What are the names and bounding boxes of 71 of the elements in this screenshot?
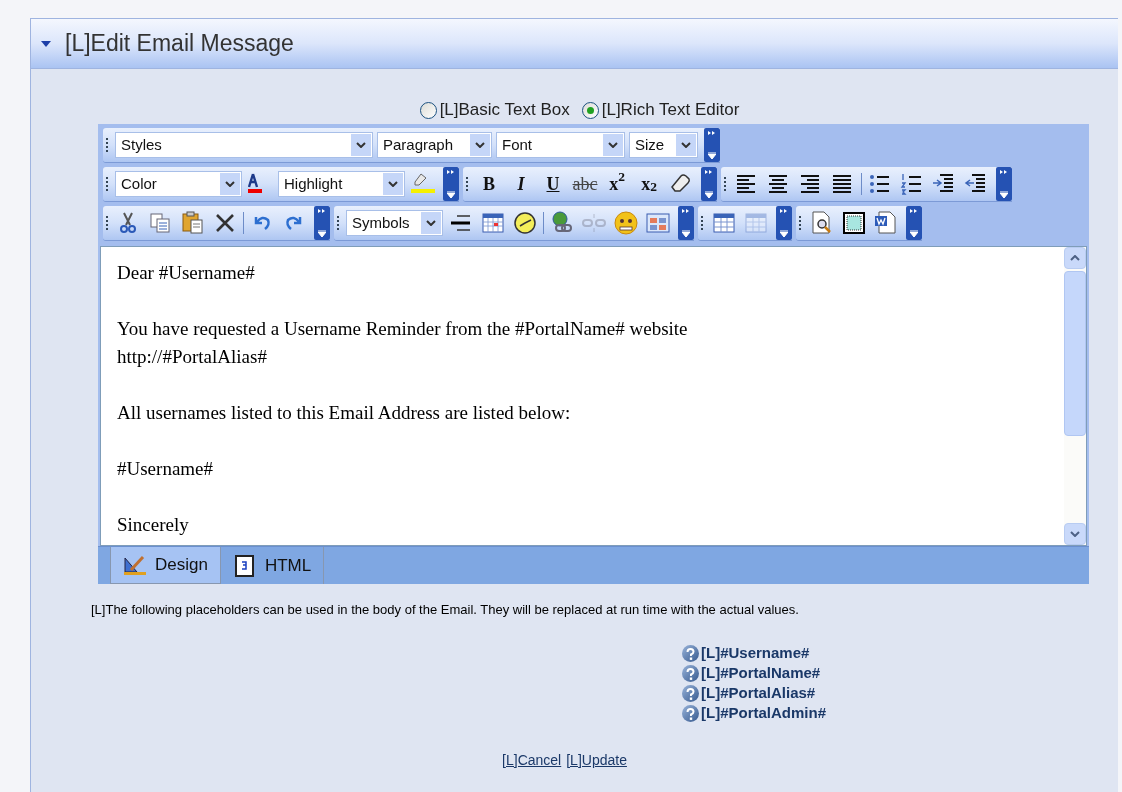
placeholder-label[interactable]: [L]#PortalAdmin# bbox=[701, 702, 826, 725]
dropdown[interactable]: Symbols bbox=[346, 210, 443, 236]
smiley-face-icon[interactable] bbox=[614, 211, 638, 235]
body-text-line: #Username# bbox=[117, 457, 215, 481]
toolbar-options-icon[interactable] bbox=[906, 206, 922, 240]
help-icon[interactable] bbox=[682, 705, 699, 722]
toolbar-options-icon[interactable] bbox=[776, 206, 792, 240]
help-icon[interactable] bbox=[682, 645, 699, 662]
help-icon[interactable] bbox=[682, 665, 699, 682]
format-button[interactable]: B bbox=[475, 171, 503, 197]
dropdown[interactable]: Color bbox=[115, 171, 242, 197]
body-text-line: You have requested a Username Reminder from the #PortalName# website bbox=[117, 317, 689, 341]
body-text-line: All usernames listed to this Email Address are listed below: bbox=[117, 401, 572, 425]
chevron-down-icon[interactable] bbox=[470, 134, 490, 156]
ruler-pencil-icon[interactable] bbox=[123, 554, 147, 576]
format-button[interactable]: abc bbox=[571, 171, 599, 197]
format-button[interactable]: I bbox=[507, 171, 535, 197]
view-tab[interactable]: HTML bbox=[220, 547, 325, 584]
chevron-down-icon[interactable] bbox=[220, 173, 240, 195]
paste-icon[interactable] bbox=[181, 211, 205, 235]
toolbar-options-icon[interactable] bbox=[996, 167, 1012, 201]
radio-label[interactable]: [L]Rich Text Editor bbox=[601, 97, 740, 123]
word-document-icon[interactable] bbox=[874, 211, 898, 235]
body-text-line: Sincerely bbox=[117, 513, 190, 537]
table-icon[interactable] bbox=[712, 211, 736, 235]
dropdown[interactable]: Font bbox=[496, 132, 625, 158]
toolbar-options-icon[interactable] bbox=[443, 167, 459, 201]
dropdown[interactable]: Styles bbox=[115, 132, 373, 158]
collapse-triangle-icon[interactable] bbox=[41, 40, 51, 47]
clock-icon[interactable] bbox=[513, 211, 537, 235]
format-button[interactable]: x$^{2}$ bbox=[603, 171, 631, 197]
html-page-icon[interactable] bbox=[232, 554, 257, 577]
action-link[interactable]: [L]Cancel bbox=[502, 749, 562, 771]
chevron-down-icon[interactable] bbox=[351, 134, 371, 156]
help-icon[interactable] bbox=[682, 685, 699, 702]
view-tab[interactable]: Design bbox=[110, 547, 221, 584]
scrollbar[interactable] bbox=[1064, 247, 1086, 545]
dropdown[interactable]: Paragraph bbox=[377, 132, 492, 158]
body-text-line: Dear #Username# bbox=[117, 261, 256, 285]
globe-link-icon[interactable] bbox=[550, 211, 574, 235]
placeholder-label[interactable]: [L]#PortalName# bbox=[701, 662, 821, 685]
body-text-line: http://#PortalAlias# bbox=[117, 345, 268, 369]
format-button[interactable]: U bbox=[539, 171, 567, 197]
calendar-icon[interactable] bbox=[481, 211, 505, 235]
dropdown[interactable]: Size bbox=[629, 132, 698, 158]
panel-header[interactable]: [L]Edit Email Message bbox=[31, 19, 1118, 69]
placeholder-label[interactable]: [L]#Username# bbox=[701, 642, 810, 665]
radio-button[interactable] bbox=[581, 101, 599, 119]
panel-title: [L]Edit Email Message bbox=[65, 29, 294, 59]
copy-icon[interactable] bbox=[149, 211, 173, 235]
highlighter-icon[interactable] bbox=[411, 172, 435, 196]
toolbar-options-icon[interactable] bbox=[314, 206, 330, 240]
dropdown[interactable]: Highlight bbox=[278, 171, 405, 197]
placeholder-note: [L]The following placeholders can be used in the body of the Email. They will be replaced at run time with the actual values. bbox=[91, 601, 800, 619]
action-link[interactable]: [L]Update bbox=[566, 749, 627, 771]
chevron-down-icon[interactable] bbox=[676, 134, 696, 156]
scroll-up-icon[interactable] bbox=[1070, 255, 1080, 261]
placeholder-label[interactable]: [L]#PortalAlias# bbox=[701, 682, 816, 705]
toolbar-options-icon[interactable] bbox=[701, 167, 717, 201]
bulleted-list-icon[interactable] bbox=[868, 172, 892, 196]
chevron-down-icon[interactable] bbox=[383, 173, 403, 195]
numbered-list-icon[interactable] bbox=[900, 172, 924, 196]
select-all-icon[interactable] bbox=[842, 211, 866, 235]
radio-button[interactable] bbox=[419, 101, 437, 119]
format-button[interactable]: x$_{2}$ bbox=[635, 171, 663, 197]
chevron-down-icon[interactable] bbox=[603, 134, 623, 156]
scroll-down-icon[interactable] bbox=[1070, 531, 1080, 537]
chevron-down-icon[interactable] bbox=[421, 212, 441, 234]
radio-label[interactable]: [L]Basic Text Box bbox=[439, 97, 570, 123]
toolbar-options-icon[interactable] bbox=[704, 128, 720, 162]
toolbar-options-icon[interactable] bbox=[678, 206, 694, 240]
